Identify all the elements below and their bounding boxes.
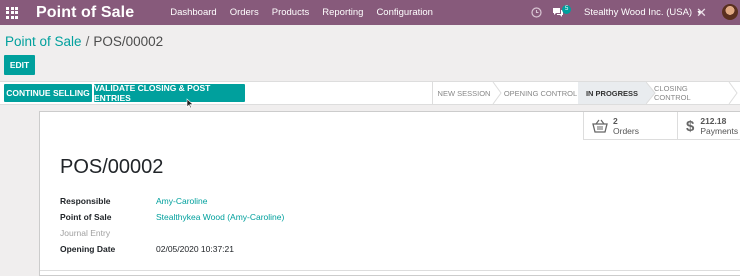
field-journal-entry: Journal Entry <box>60 228 156 238</box>
payments-smart-button[interactable]: $ 212.18 Payments <box>677 112 740 140</box>
continue-selling-button[interactable]: CONTINUE SELLING <box>4 84 92 102</box>
main-menu: Dashboard Orders Products Reporting Conf… <box>170 7 446 18</box>
edit-button[interactable]: EDIT <box>4 55 35 75</box>
shopping-basket-icon <box>592 119 608 133</box>
menu-configuration[interactable]: Configuration <box>376 7 433 18</box>
breadcrumb-current: POS/00002 <box>93 34 164 49</box>
breadcrumb-parent-link[interactable]: Point of Sale <box>5 34 82 49</box>
stage-closing-control[interactable]: CLOSING CONTROL <box>654 82 726 104</box>
stage-arrow-separator-end <box>728 82 738 104</box>
activity-clock-icon[interactable] <box>531 7 542 18</box>
field-label: Opening Date <box>60 244 116 254</box>
breadcrumb-separator: / <box>85 34 90 49</box>
messages-count-badge: 5 <box>562 5 572 14</box>
mouse-cursor-icon <box>186 98 194 109</box>
menu-orders[interactable]: Orders <box>230 7 259 18</box>
user-avatar[interactable] <box>722 4 738 20</box>
field-label: Point of Sale <box>60 212 112 222</box>
breadcrumb: Point of Sale / POS/00002 <box>5 34 163 49</box>
point-of-sale-link[interactable]: Stealthykea Wood (Amy-Caroline) <box>156 212 284 222</box>
validate-closing-button[interactable]: VALIDATE CLOSING & POST ENTRIES <box>94 83 245 103</box>
field-responsible: Responsible Amy-Caroline <box>60 196 208 206</box>
field-label: Journal Entry <box>60 228 111 238</box>
form-sheet: 2 Orders $ 212.18 Payments POS/00002 Res… <box>39 111 740 276</box>
smart-button-box: 2 Orders $ 212.18 Payments <box>583 112 740 140</box>
menu-reporting[interactable]: Reporting <box>322 7 363 18</box>
payments-amount: 212.18 <box>700 115 727 126</box>
opening-date-value: 02/05/2020 10:37:21 <box>156 244 234 254</box>
stage-in-progress: IN PROGRESS <box>578 82 646 104</box>
responsible-link[interactable]: Amy-Caroline <box>156 196 208 206</box>
field-point-of-sale: Point of Sale Stealthykea Wood (Amy-Caro… <box>60 212 284 222</box>
orders-label: Orders <box>613 125 639 136</box>
field-opening-date: Opening Date 02/05/2020 10:37:21 <box>60 244 234 254</box>
payments-label: Payments <box>700 125 739 136</box>
dollar-icon: $ <box>686 117 695 135</box>
company-name: Stealthy Wood Inc. (USA) <box>584 7 693 18</box>
menu-products[interactable]: Products <box>272 7 310 18</box>
section-divider <box>40 270 740 271</box>
orders-count: 2 <box>613 115 618 126</box>
close-icon[interactable]: ✕ <box>696 5 707 21</box>
stage-new-session[interactable]: NEW SESSION <box>433 82 495 104</box>
record-title: POS/00002 <box>60 156 164 178</box>
field-label: Responsible <box>60 196 111 206</box>
stage-opening-control[interactable]: OPENING CONTROL <box>503 82 578 104</box>
top-navbar: Point of Sale Dashboard Orders Products … <box>0 0 740 25</box>
stage-arrow-separator <box>492 82 502 104</box>
company-switcher[interactable]: Stealthy Wood Inc. (USA) ▼ <box>584 7 703 18</box>
menu-dashboard[interactable]: Dashboard <box>170 7 216 18</box>
orders-smart-button[interactable]: 2 Orders <box>583 112 677 140</box>
status-bar: CONTINUE SELLING VALIDATE CLOSING & POST… <box>0 81 740 105</box>
app-title[interactable]: Point of Sale <box>36 4 134 22</box>
apps-menu-icon[interactable] <box>6 6 18 19</box>
